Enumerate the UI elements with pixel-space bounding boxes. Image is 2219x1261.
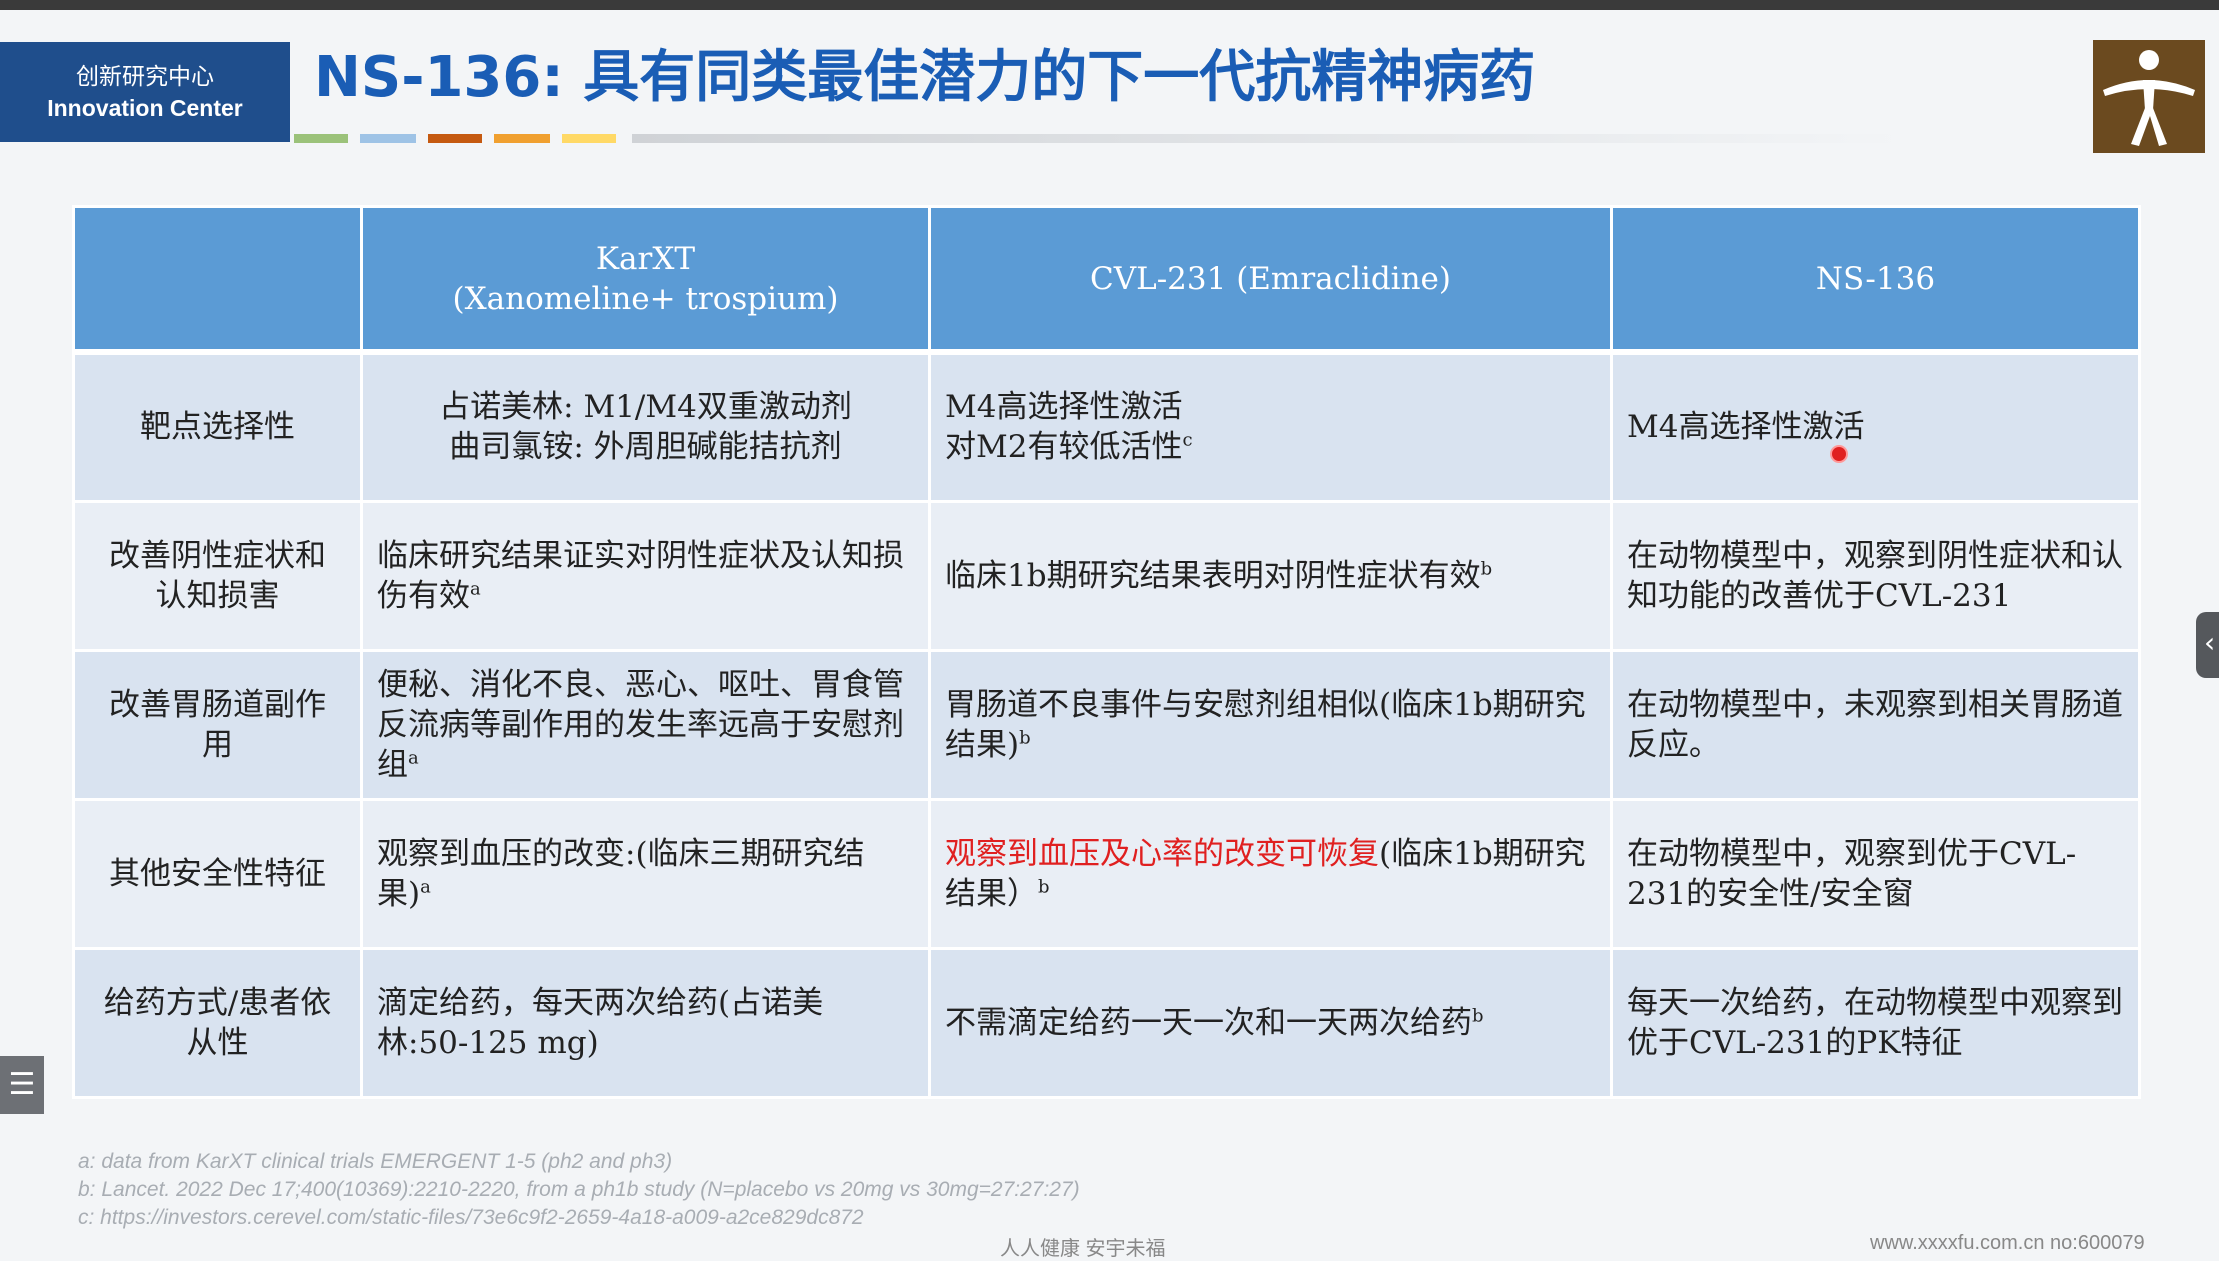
karxt-text: 便秘、消化不良、恶心、呕吐、胃食管反流病等副作用的发生率远高于安慰剂组 [377, 666, 904, 783]
stripe-orange [494, 134, 550, 143]
row-label: 其他安全性特征 [72, 797, 363, 950]
row-label-line: 改善胃肠道副作 [109, 686, 326, 723]
row-label-line: 认知损害 [155, 577, 280, 614]
bottom-website: www.xxxxfu.com.cn no:600079 [1870, 1232, 2145, 1254]
footnote-ref: b [1472, 1005, 1484, 1027]
ns136-cell: 在动物模型中，未观察到相关胃肠道反应。 [1610, 648, 2141, 801]
footnote-ref: b [1480, 558, 1493, 580]
badge-en: Innovation Center [47, 95, 243, 121]
header-karxt-components: (Xanomeline+ trospium) [452, 280, 839, 317]
footnote-ref: a [408, 747, 419, 769]
innovation-center-badge: 创新研究中心 Innovation Center [0, 42, 290, 142]
chevron-left-icon: ‹ [2204, 626, 2216, 659]
table-row: 给药方式/患者依 从性 滴定给药，每天两次给药(占诺美林:50-125 mg) … [72, 946, 2141, 1099]
karxt-cell: 便秘、消化不良、恶心、呕吐、胃食管反流病等副作用的发生率远高于安慰剂组a [360, 648, 931, 801]
cvl231-cell: 观察到血压及心率的改变可恢复(临床1b期研究结果）b [928, 797, 1613, 950]
row-label: 给药方式/患者依 从性 [72, 946, 363, 1099]
footnote-ref: a [470, 578, 481, 600]
table-row: 改善胃肠道副作 用 便秘、消化不良、恶心、呕吐、胃食管反流病等副作用的发生率远高… [72, 648, 2141, 801]
stripe-green [294, 134, 348, 143]
footnote-ref: b [1038, 876, 1050, 898]
cvl231-text: 对M2有较低活性 [945, 429, 1183, 466]
row-label-line: 改善阴性症状和 [109, 537, 326, 574]
header-karxt: KarXT (Xanomeline+ trospium) [360, 205, 931, 355]
header-ns136: NS-136 [1610, 205, 2141, 355]
side-panel-toggle[interactable]: ‹ [2196, 612, 2219, 678]
cvl231-text: 临床1b期研究结果表明对阴性症状有效 [945, 557, 1481, 594]
table-row: 其他安全性特征 观察到血压的改变:(临床三期研究结果)a 观察到血压及心率的改变… [72, 797, 2141, 950]
row-label-line: 用 [202, 726, 233, 763]
footnote-ref: b [1019, 727, 1031, 749]
row-label: 改善胃肠道副作 用 [72, 648, 363, 801]
row-label-line: 从性 [186, 1024, 249, 1061]
stripe-yellow [562, 134, 616, 143]
karxt-cell: 观察到血压的改变:(临床三期研究结果)a [360, 797, 931, 950]
header-cvl231: CVL-231 (Emraclidine) [928, 205, 1613, 355]
cvl231-cell: 不需滴定给药一天一次和一天两次给药b [928, 946, 1613, 1099]
karxt-cell: 占诺美林: M1/M4双重激动剂 曲司氯铵: 外周胆碱能拮抗剂 [360, 350, 931, 503]
table-row: 靶点选择性 占诺美林: M1/M4双重激动剂 曲司氯铵: 外周胆碱能拮抗剂 M4… [72, 350, 2141, 503]
table-header-row: KarXT (Xanomeline+ trospium) CVL-231 (Em… [72, 205, 2141, 355]
person-logo-icon [2103, 50, 2195, 146]
karxt-line: 曲司氯铵: 外周胆碱能拮抗剂 [449, 429, 842, 466]
ns136-cell: 在动物模型中，观察到阴性症状和认知功能的改善优于CVL-231 [1610, 499, 2141, 652]
table-row: 改善阴性症状和 认知损害 临床研究结果证实对阴性症状及认知损伤有效a 临床1b期… [72, 499, 2141, 652]
footnote-ref: a [420, 876, 431, 898]
cvl231-cell: M4高选择性激活 对M2有较低活性c [928, 350, 1613, 503]
footnotes: a: data from KarXT clinical trials EMERG… [78, 1148, 1478, 1232]
cvl231-highlight-text: 观察到血压及心率的改变可恢复 [945, 835, 1379, 872]
pointer-dot [1830, 445, 1848, 463]
ns136-cell: 每天一次给药，在动物模型中观察到优于CVL-231的PK特征 [1610, 946, 2141, 1099]
stripe-brown [428, 134, 482, 143]
karxt-cell: 临床研究结果证实对阴性症状及认知损伤有效a [360, 499, 931, 652]
footnote-a: a: data from KarXT clinical trials EMERG… [78, 1150, 673, 1173]
company-logo [2093, 40, 2205, 153]
karxt-text: 观察到血压的改变:(临床三期研究结果) [377, 835, 865, 912]
karxt-cell: 滴定给药，每天两次给药(占诺美林:50-125 mg) [360, 946, 931, 1099]
badge-cn: 创新研究中心 [76, 64, 214, 90]
menu-icon: ☰ [8, 1067, 36, 1102]
top-bar [0, 0, 2219, 10]
cvl231-text: 胃肠道不良事件与安慰剂组相似(临床1b期研究结果) [945, 686, 1586, 763]
row-label-line: 给药方式/患者依 [103, 984, 332, 1021]
header-empty [72, 205, 363, 355]
footnote-c: c: https://investors.cerevel.com/static-… [78, 1206, 864, 1229]
header-karxt-name: KarXT [595, 240, 696, 277]
row-label: 靶点选择性 [72, 350, 363, 503]
cvl231-text: 不需滴定给药一天一次和一天两次给药 [945, 1004, 1472, 1041]
cvl231-cell: 临床1b期研究结果表明对阴性症状有效b [928, 499, 1613, 652]
stripe-gray [632, 134, 1902, 143]
row-label: 改善阴性症状和 认知损害 [72, 499, 363, 652]
cvl231-line: M4高选择性激活 [945, 389, 1183, 426]
comparison-table: KarXT (Xanomeline+ trospium) CVL-231 (Em… [72, 205, 2141, 1099]
ns136-cell: M4高选择性激活 [1610, 350, 2141, 503]
cvl231-line: 对M2有较低活性c [945, 427, 1596, 467]
page-title: NS-136: 具有同类最佳潜力的下一代抗精神病药 [314, 45, 1536, 110]
karxt-text: 临床研究结果证实对阴性症状及认知损伤有效 [377, 537, 904, 614]
menu-button[interactable]: ☰ [0, 1056, 44, 1114]
footnote-b: b: Lancet. 2022 Dec 17;400(10369):2210-2… [78, 1178, 1080, 1201]
cvl231-cell: 胃肠道不良事件与安慰剂组相似(临床1b期研究结果)b [928, 648, 1613, 801]
footnote-ref: c [1182, 429, 1193, 451]
ns136-cell: 在动物模型中，观察到优于CVL-231的安全性/安全窗 [1610, 797, 2141, 950]
stripe-blue [360, 134, 416, 143]
bottom-slogan: 人人健康 安宇未福 [1000, 1238, 1166, 1260]
karxt-line: 占诺美林: M1/M4双重激动剂 [439, 389, 852, 426]
